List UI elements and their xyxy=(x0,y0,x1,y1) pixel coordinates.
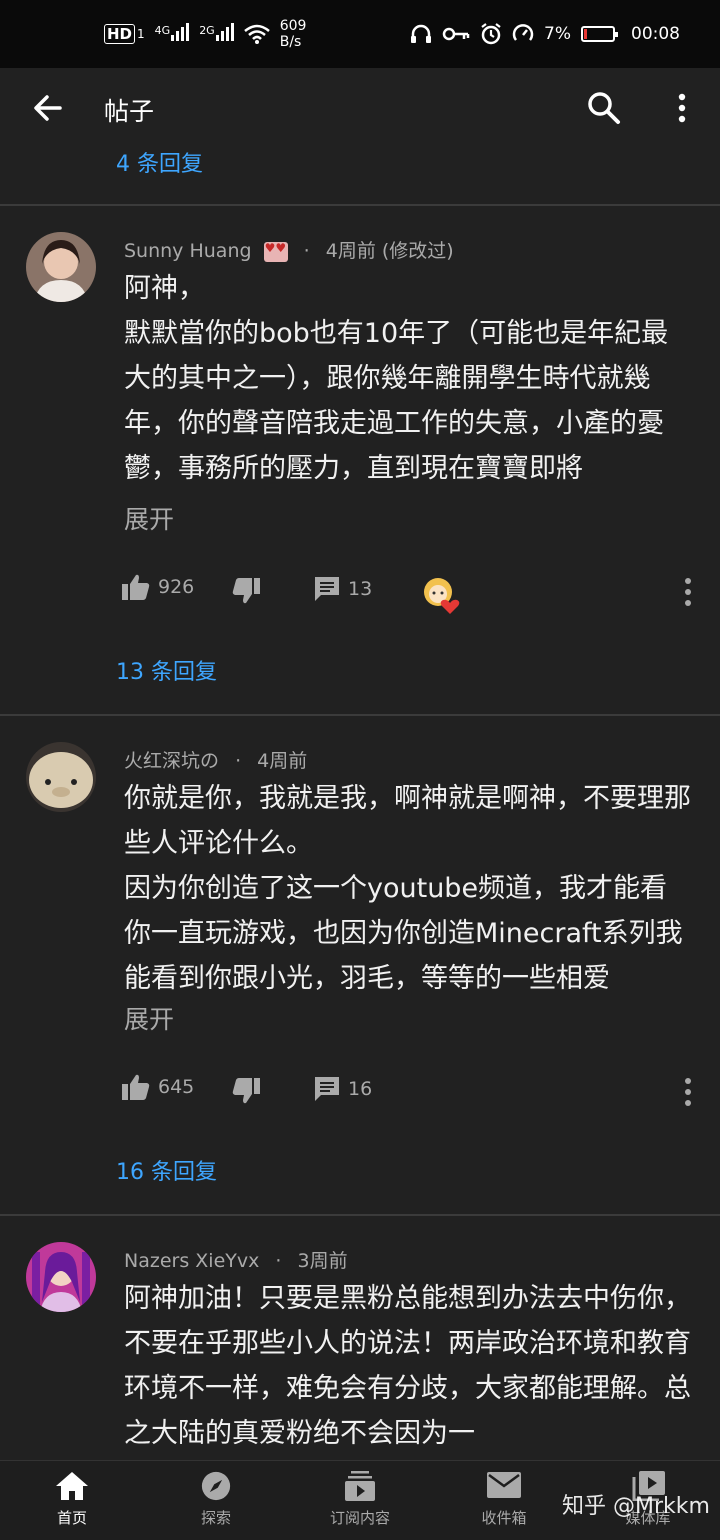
status-left: HD 1 4G 2G 609 B/s xyxy=(104,18,306,50)
avatar[interactable] xyxy=(26,232,96,302)
clock: 00:08 xyxy=(631,24,680,44)
comment-paragraph: 阿神， xyxy=(124,273,205,304)
view-replies-link[interactable]: 16 条回复 xyxy=(116,1154,217,1186)
search-icon[interactable] xyxy=(586,90,622,126)
sim-indicator: 1 xyxy=(137,27,145,41)
reply-button[interactable]: 16 xyxy=(314,1076,372,1102)
like-button[interactable]: 926 xyxy=(122,574,194,600)
avatar-image xyxy=(26,742,96,812)
member-badge-icon xyxy=(263,241,288,262)
divider xyxy=(0,204,720,206)
reply-count: 16 xyxy=(348,1078,373,1100)
view-replies-link[interactable]: 4 条回复 xyxy=(116,146,203,178)
dislike-button[interactable] xyxy=(232,1078,260,1104)
status-bar: HD 1 4G 2G 609 B/s 7% 00:08 xyxy=(0,0,720,68)
comment-author[interactable]: 火红深坑の xyxy=(124,750,219,772)
comment-paragraph: 默默當你的bob也有10年了（可能也是年紀最大的其中之一），跟你幾年離開學生時代… xyxy=(124,318,669,484)
like-count: 926 xyxy=(158,576,195,598)
comment-body: 阿神， 默默當你的bob也有10年了（可能也是年紀最大的其中之一），跟你幾年離開… xyxy=(124,266,694,491)
like-button[interactable]: 645 xyxy=(122,1074,194,1100)
back-arrow-icon[interactable] xyxy=(30,90,66,126)
avatar[interactable] xyxy=(26,742,96,812)
battery-icon xyxy=(581,26,618,42)
comment-author[interactable]: Sunny Huang xyxy=(124,240,252,262)
nav-label: 订阅内容 xyxy=(329,1509,390,1527)
comment-time: 4周前 (修改过) xyxy=(325,240,454,262)
avatar-image xyxy=(26,232,96,302)
signal-2-icon: 2G xyxy=(199,22,234,46)
comment-body: 你就是你，我就是我，啊神就是啊神，不要理那些人评论什么。 因为你创造了这一个yo… xyxy=(124,776,694,1001)
reply-button[interactable]: 13 xyxy=(314,576,372,602)
expand-link[interactable]: 展开 xyxy=(124,1000,174,1036)
wifi-icon xyxy=(243,24,270,44)
app-bar: 帖子 xyxy=(0,68,720,148)
more-options-icon[interactable] xyxy=(668,90,696,126)
speed-unit: B/s xyxy=(279,34,302,50)
compass-icon xyxy=(201,1471,231,1501)
comment-body: 阿神加油！只要是黑粉总能想到办法去中伤你，不要在乎那些小人的说法！两岸政治环境和… xyxy=(124,1276,694,1456)
battery-percent: 7% xyxy=(544,24,571,44)
status-right: 7% 00:08 xyxy=(410,23,680,45)
expand-link[interactable]: 展开 xyxy=(124,500,174,536)
comment-more-icon[interactable] xyxy=(682,576,694,608)
comment-time: 3周前 xyxy=(297,1250,348,1272)
mail-icon xyxy=(487,1472,521,1498)
meta-separator: · xyxy=(235,750,242,772)
alarm-icon xyxy=(481,23,501,45)
power-saving-icon xyxy=(512,24,534,41)
reply-count: 13 xyxy=(348,578,373,600)
creator-heart-icon xyxy=(424,578,460,614)
network-type-1: 4G xyxy=(154,23,171,37)
headphones-icon xyxy=(411,24,432,43)
dislike-button[interactable] xyxy=(232,578,260,604)
avatar[interactable] xyxy=(26,1242,96,1312)
divider xyxy=(0,1214,720,1216)
nav-explore[interactable]: 探索 xyxy=(166,1471,266,1528)
network-speed: 609 B/s xyxy=(280,18,307,50)
comment-paragraph: 你就是你，我就是我，啊神就是啊神，不要理那些人评论什么。 xyxy=(124,783,691,859)
comment-icon xyxy=(315,1077,339,1101)
screen: HD 1 4G 2G 609 B/s 7% 00:08 帖子 4 条回复 Sun… xyxy=(0,0,720,1540)
thumbs-up-icon xyxy=(122,1074,150,1100)
thumbs-down-icon xyxy=(232,578,260,604)
nav-label: 探索 xyxy=(200,1509,231,1527)
comment-meta: Nazers XieYvx · 3周前 xyxy=(124,1246,348,1273)
hd-indicator: HD xyxy=(104,24,136,44)
nav-home[interactable]: 首页 xyxy=(22,1471,122,1528)
divider xyxy=(0,714,720,716)
avatar-image xyxy=(26,1242,96,1312)
like-count: 645 xyxy=(158,1076,195,1098)
key-icon xyxy=(442,27,470,41)
meta-separator: · xyxy=(303,240,310,262)
network-type-2: 2G xyxy=(199,23,215,37)
comment-icon xyxy=(315,577,339,601)
meta-separator: · xyxy=(275,1250,282,1272)
comment-meta: 火红深坑の · 4周前 xyxy=(124,746,307,773)
comment-meta: Sunny Huang · 4周前 (修改过) xyxy=(124,236,454,263)
nav-inbox[interactable]: 收件箱 xyxy=(454,1471,554,1528)
nav-label: 首页 xyxy=(56,1509,87,1527)
speed-value: 609 xyxy=(279,18,307,34)
nav-label: 收件箱 xyxy=(481,1509,527,1527)
comment-actions: 926 13 xyxy=(122,574,702,614)
comment-time: 4周前 xyxy=(257,750,308,772)
view-replies-link[interactable]: 13 条回复 xyxy=(116,654,217,686)
thumbs-up-icon xyxy=(122,574,150,600)
comment-author[interactable]: Nazers XieYvx xyxy=(124,1250,259,1272)
comment-more-icon[interactable] xyxy=(682,1076,694,1108)
home-icon xyxy=(56,1472,88,1500)
page-title: 帖子 xyxy=(104,97,155,126)
signal-1-icon: 4G xyxy=(154,22,190,46)
thumbs-down-icon xyxy=(232,1078,260,1104)
nav-subscriptions[interactable]: 订阅内容 xyxy=(310,1471,410,1528)
comment-paragraph: 阿神加油！只要是黑粉总能想到办法去中伤你，不要在乎那些小人的说法！两岸政治环境和… xyxy=(124,1283,691,1449)
watermark: 知乎 @Mrkkm xyxy=(562,1494,710,1519)
comment-actions: 645 16 xyxy=(122,1074,702,1114)
comment-paragraph: 因为你创造了这一个youtube频道，我才能看你一直玩游戏，也因为你创造Mine… xyxy=(124,873,683,994)
subscriptions-icon xyxy=(345,1471,375,1501)
